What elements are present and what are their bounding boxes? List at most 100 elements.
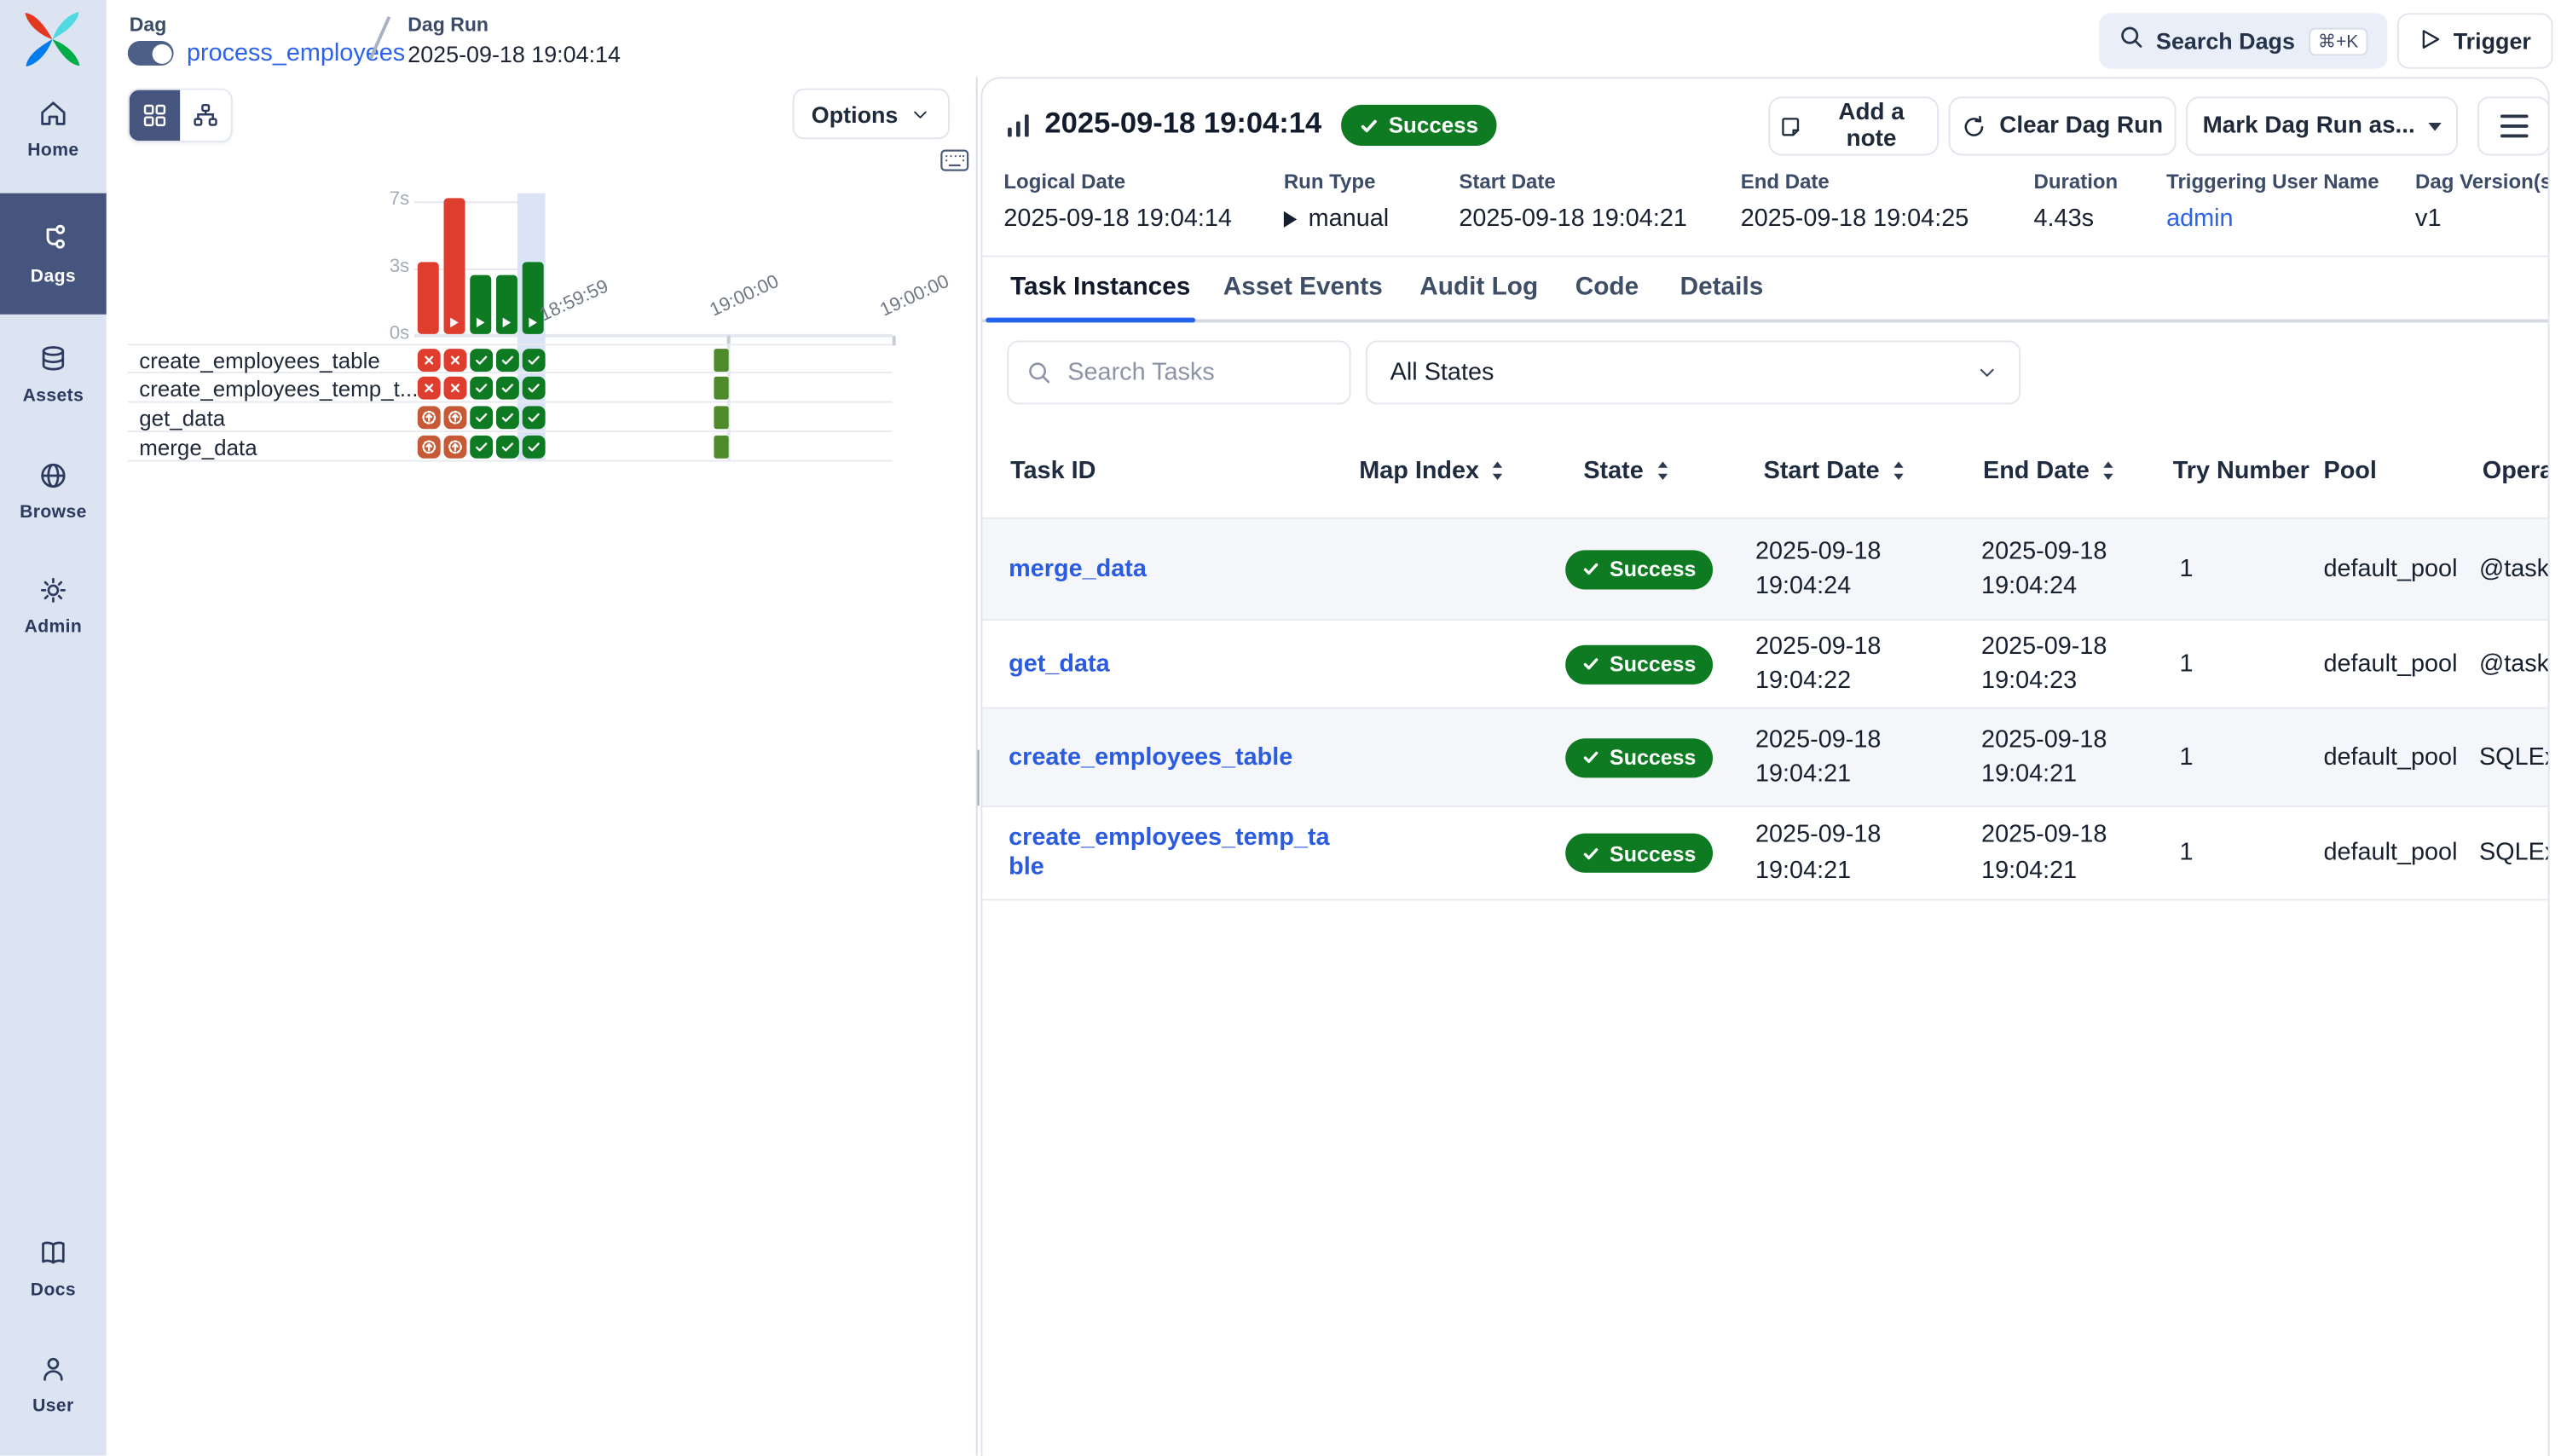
meta-value: 4.43s — [2034, 205, 2119, 233]
search-tasks-field[interactable] — [1007, 341, 1350, 405]
task-status-retry-icon[interactable] — [418, 406, 440, 428]
search-dags-label: Search Dags — [2156, 28, 2295, 55]
run-meta-duration: Duration4.43s — [2034, 170, 2119, 233]
task-status-success-icon[interactable] — [496, 349, 518, 371]
run-meta-dag-version-s-: Dag Version(s)v1 — [2415, 170, 2549, 233]
tab-asset-events[interactable]: Asset Events — [1223, 274, 1383, 303]
task-instance-marker[interactable] — [714, 377, 728, 400]
task-status-success-icon[interactable] — [523, 436, 545, 458]
task-status-success-icon[interactable] — [496, 377, 518, 399]
globe-icon — [38, 470, 68, 498]
column-header-start-date[interactable]: Start Date — [1764, 457, 1906, 485]
column-header-end-date[interactable]: End Date — [1983, 457, 2116, 485]
dag-run-duration-bar[interactable] — [496, 275, 517, 334]
task-instance-marker[interactable] — [714, 436, 728, 459]
column-header-map-index[interactable]: Map Index — [1359, 457, 1506, 485]
dag-run-duration-bar[interactable] — [444, 198, 465, 333]
task-status-success-icon[interactable] — [496, 436, 518, 458]
sidebar-item-browse[interactable]: Browse — [0, 460, 107, 523]
tab-details[interactable]: Details — [1680, 274, 1764, 303]
column-header-state[interactable]: State — [1583, 457, 1669, 485]
try-number-cell: 1 — [2179, 554, 2193, 584]
keyboard-shortcuts-icon[interactable] — [939, 147, 969, 182]
task-status-success-icon[interactable] — [523, 349, 545, 371]
task-status-failed-icon[interactable] — [418, 377, 440, 399]
sidebar-item-label: User — [0, 1396, 107, 1416]
tab-underline-track — [982, 320, 2549, 322]
run-title: 2025-09-18 19:04:14 — [1044, 107, 1321, 141]
task-status-failed-icon[interactable] — [444, 349, 466, 371]
app-window: Home Dags Assets Browse Admin Docs User Dag p… — [0, 0, 2561, 1456]
search-dags-button[interactable]: Search Dags ⌘+K — [2099, 13, 2387, 68]
task-status-success-icon[interactable] — [523, 377, 545, 399]
task-id-link[interactable]: get_data — [1009, 650, 1109, 679]
try-number-cell: 1 — [2179, 838, 2193, 868]
tab-task-instances[interactable]: Task Instances — [1010, 274, 1190, 303]
task-id-link[interactable]: create_employees_temp_ta ble — [1009, 823, 1328, 882]
task-status-retry-icon[interactable] — [444, 436, 466, 458]
toggle-knob — [152, 43, 171, 63]
mark-dag-run-as-button[interactable]: Mark Dag Run as... — [2186, 96, 2458, 155]
options-button[interactable]: Options — [793, 89, 950, 140]
y-axis-tick-label: 3s — [363, 257, 409, 277]
chevron-down-icon — [1976, 361, 1997, 383]
table-row: create_employees_tableSuccess2025-09-18 … — [982, 708, 2549, 806]
state-filter-select[interactable]: All States — [1366, 341, 2020, 405]
meta-value: v1 — [2415, 205, 2549, 233]
task-name-link[interactable]: get_data — [139, 406, 225, 430]
topbar: Dag process_employees Dag Run 2025-09-18… — [107, 0, 2561, 77]
airflow-logo-icon[interactable] — [21, 9, 84, 71]
task-id-link[interactable]: merge_data — [1009, 554, 1147, 584]
caret-down-icon — [2428, 122, 2441, 130]
clear-dag-run-button[interactable]: Clear Dag Run — [1949, 96, 2177, 155]
task-instance-marker[interactable] — [714, 406, 728, 429]
task-status-success-icon[interactable] — [470, 377, 492, 399]
task-status-retry-icon[interactable] — [418, 436, 440, 458]
task-status-success-icon[interactable] — [470, 349, 492, 371]
tab-code[interactable]: Code — [1575, 274, 1639, 303]
trigger-button[interactable]: Trigger — [2397, 13, 2552, 68]
task-name-link[interactable]: create_employees_temp_t... — [139, 377, 418, 402]
task-instance-marker[interactable] — [714, 349, 728, 372]
task-name-link[interactable]: create_employees_table — [139, 349, 380, 373]
sidebar-item-assets[interactable]: Assets — [0, 344, 107, 406]
task-id-link[interactable]: create_employees_table — [1009, 742, 1292, 772]
task-status-failed-icon[interactable] — [444, 377, 466, 399]
task-state-badge: Success — [1565, 737, 1712, 777]
dag-run-duration-bar[interactable] — [523, 262, 544, 334]
sidebar-item-dags[interactable]: Dags — [0, 194, 107, 315]
pool-cell: default_pool — [2323, 838, 2457, 868]
active-tab-underline — [986, 317, 1195, 323]
meta-value: manual — [1284, 205, 1389, 233]
meta-value[interactable]: admin — [2166, 205, 2379, 233]
task-state-badge: Success — [1565, 549, 1712, 588]
task-status-success-icon[interactable] — [470, 406, 492, 428]
sidebar-item-home[interactable]: Home — [0, 98, 107, 160]
sidebar-item-admin[interactable]: Admin — [0, 575, 107, 637]
task-status-success-icon[interactable] — [470, 436, 492, 458]
table-row: create_employees_temp_ta bleSuccess2025-… — [982, 806, 2549, 900]
sidebar-item-label: Browse — [0, 503, 107, 523]
task-status-success-icon[interactable] — [496, 406, 518, 428]
dag-pause-toggle[interactable] — [128, 41, 174, 66]
dag-run-duration-bar[interactable] — [470, 275, 491, 334]
task-status-success-icon[interactable] — [523, 406, 545, 428]
run-menu-button[interactable] — [2477, 96, 2550, 155]
sidebar-item-user[interactable]: User — [0, 1354, 107, 1416]
task-state-badge: Success — [1565, 644, 1712, 684]
search-tasks-input[interactable] — [1064, 357, 1309, 388]
sidebar-item-docs[interactable]: Docs — [0, 1238, 107, 1300]
task-status-retry-icon[interactable] — [444, 406, 466, 428]
graph-icon — [192, 101, 220, 130]
dag-run-duration-bar[interactable] — [418, 262, 439, 334]
workflow-icon — [37, 222, 69, 263]
task-status-failed-icon[interactable] — [418, 349, 440, 371]
graph-view-button[interactable] — [180, 90, 231, 142]
start-date-cell: 2025-09-18 19:04:24 — [1755, 534, 1881, 605]
task-name-link[interactable]: merge_data — [139, 436, 257, 460]
add-note-button[interactable]: Add a note — [1768, 96, 1939, 155]
redo-icon — [1962, 113, 1986, 138]
task-state-badge: Success — [1565, 834, 1712, 873]
tab-audit-log[interactable]: Audit Log — [1419, 274, 1538, 303]
grid-view-button[interactable] — [130, 90, 181, 142]
